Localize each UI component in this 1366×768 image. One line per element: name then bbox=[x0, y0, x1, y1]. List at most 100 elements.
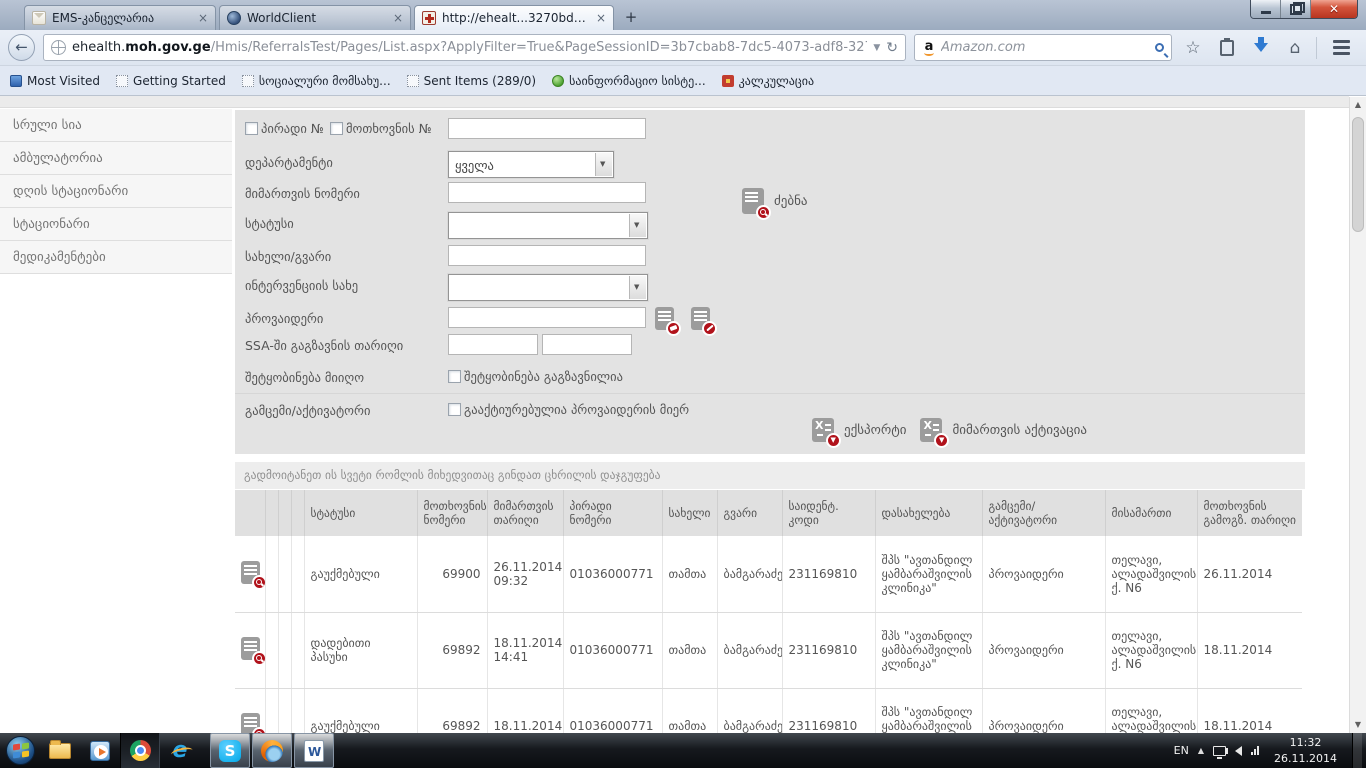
minimize-button[interactable] bbox=[1251, 0, 1281, 18]
number-input[interactable] bbox=[448, 118, 646, 139]
start-button[interactable] bbox=[6, 736, 35, 765]
address-bar[interactable]: ehealth.moh.gov.ge/Hmis/ReferralsTest/Pa… bbox=[43, 34, 906, 61]
url-text[interactable]: ehealth.moh.gov.ge/Hmis/ReferralsTest/Pa… bbox=[72, 40, 867, 55]
header-personal-no[interactable]: პირადი ნომერი bbox=[563, 490, 662, 536]
header-issuer[interactable]: გამცემი/აქტივატორი bbox=[982, 490, 1105, 536]
header-request-no[interactable]: მოთხოვნის ნომერი bbox=[417, 490, 487, 536]
tab-close-icon[interactable] bbox=[198, 11, 208, 25]
sidebar-item-full-list[interactable]: სრული სია bbox=[0, 109, 232, 142]
sidebar-item-hospital[interactable]: სტაციონარი bbox=[0, 208, 232, 241]
status-select[interactable] bbox=[448, 212, 648, 239]
sidebar-item-medications[interactable]: მედიკამენტები bbox=[0, 241, 232, 274]
clock[interactable]: 11:32 26.11.2014 bbox=[1268, 735, 1343, 766]
header-org-name[interactable]: დასახელება bbox=[875, 490, 982, 536]
volume-tray-icon[interactable] bbox=[1235, 746, 1242, 756]
header-first-name[interactable]: სახელი bbox=[662, 490, 717, 536]
reload-icon[interactable] bbox=[886, 40, 898, 56]
taskbar-internet-explorer[interactable] bbox=[160, 733, 200, 768]
provider-input[interactable] bbox=[448, 307, 646, 328]
intervention-select[interactable] bbox=[448, 274, 648, 301]
back-button[interactable] bbox=[8, 34, 35, 61]
ssa-date-from-input[interactable] bbox=[448, 334, 538, 355]
header-ident-code[interactable]: საიდენტ. კოდი bbox=[782, 490, 875, 536]
bookmark-social-service[interactable]: სოციალური მომსახუ... bbox=[242, 74, 391, 88]
taskbar-word[interactable] bbox=[294, 733, 334, 768]
provider-edit-button[interactable] bbox=[691, 307, 710, 330]
search-button[interactable]: ძებნა bbox=[742, 188, 808, 214]
bookmark-star-icon[interactable] bbox=[1180, 38, 1206, 58]
taskbar-firefox[interactable] bbox=[252, 733, 292, 768]
personal-no-check[interactable]: პირადი № bbox=[245, 121, 324, 136]
header-last-name[interactable]: გვარი bbox=[717, 490, 782, 536]
header-address[interactable]: მისამართი bbox=[1105, 490, 1197, 536]
menu-icon[interactable] bbox=[1333, 40, 1350, 55]
taskbar-chrome[interactable] bbox=[120, 733, 160, 768]
header-sent-date[interactable]: მოთხოვნის გამოგზ. თარიღი bbox=[1197, 490, 1302, 536]
filter-row-numbers: პირადი № მოთხოვნის № bbox=[235, 118, 1305, 146]
url-dropdown-icon[interactable] bbox=[873, 43, 880, 53]
export-button[interactable]: ექსპორტი bbox=[812, 418, 906, 442]
checkbox-icon[interactable] bbox=[330, 122, 343, 135]
bookmarks-menu-icon[interactable] bbox=[1220, 40, 1234, 56]
checkbox-icon[interactable] bbox=[245, 122, 258, 135]
chevron-down-icon[interactable] bbox=[595, 153, 612, 176]
tab-close-icon[interactable] bbox=[596, 11, 606, 25]
network-tray-icon[interactable] bbox=[1251, 746, 1259, 755]
bookmark-info-system[interactable]: საინფორმაციო სისტე... bbox=[552, 74, 706, 88]
referral-number-input[interactable] bbox=[448, 182, 646, 203]
scroll-down-icon[interactable] bbox=[1350, 717, 1366, 733]
hidden-icons-arrow-icon[interactable] bbox=[1198, 746, 1204, 755]
taskbar: EN 11:32 26.11.2014 bbox=[0, 733, 1366, 768]
sidebar-item-day-hospital[interactable]: დღის სტაციონარი bbox=[0, 175, 232, 208]
request-no-check[interactable]: მოთხოვნის № bbox=[330, 121, 432, 136]
provider-pick-button[interactable] bbox=[655, 307, 674, 330]
search-bar[interactable]: a bbox=[914, 34, 1172, 61]
taskbar-media-player[interactable] bbox=[80, 733, 120, 768]
bookmark-sent-items[interactable]: Sent Items (289/0) bbox=[407, 74, 536, 88]
tab-ehealth-active[interactable]: http://ehealt...3270bde92cc5 bbox=[414, 5, 614, 30]
tab-ems[interactable]: EMS-კანცელარია bbox=[24, 5, 216, 30]
vertical-scrollbar[interactable] bbox=[1349, 97, 1366, 733]
filter-panel: პირადი № მოთხოვნის № დეპარტამენტი ყველა … bbox=[235, 110, 1305, 454]
new-tab-button[interactable] bbox=[619, 8, 643, 28]
search-icon[interactable] bbox=[1155, 43, 1164, 52]
bookmark-calculation[interactable]: კალკულაცია bbox=[722, 74, 814, 88]
checkbox-icon[interactable] bbox=[448, 370, 461, 383]
sidebar-item-ambulatory[interactable]: ამბულატორია bbox=[0, 142, 232, 175]
toolbar-divider bbox=[1316, 37, 1317, 59]
chevron-down-icon[interactable] bbox=[629, 276, 646, 299]
downloads-icon[interactable] bbox=[1254, 43, 1268, 52]
amazon-engine-icon[interactable]: a bbox=[922, 40, 936, 56]
tab-close-icon[interactable] bbox=[393, 11, 403, 25]
checkbox-icon[interactable] bbox=[448, 403, 461, 416]
referral-activation-button[interactable]: მიმართვის აქტივაცია bbox=[920, 418, 1087, 442]
scroll-up-icon[interactable] bbox=[1350, 97, 1366, 113]
scrollbar-thumb[interactable] bbox=[1352, 117, 1364, 232]
search-input[interactable] bbox=[941, 40, 1150, 55]
tab-worldclient[interactable]: WorldClient bbox=[219, 5, 411, 30]
panel-actions: ექსპორტი მიმართვის აქტივაცია bbox=[812, 418, 1087, 442]
chevron-down-icon[interactable] bbox=[629, 214, 646, 237]
show-desktop-button[interactable] bbox=[1352, 733, 1362, 768]
header-referral-date[interactable]: მიმართვის თარიღი bbox=[487, 490, 563, 536]
referral-details-button[interactable] bbox=[241, 713, 260, 733]
department-select[interactable]: ყველა bbox=[448, 151, 614, 178]
restore-button[interactable] bbox=[1281, 0, 1311, 18]
bookmark-most-visited[interactable]: Most Visited bbox=[10, 74, 100, 88]
referral-details-button[interactable] bbox=[241, 561, 260, 584]
activated-by-provider-check[interactable]: გააქტიურებულია პროვაიდერის მიერ bbox=[448, 402, 689, 417]
header-status[interactable]: სტატუსი bbox=[304, 490, 417, 536]
bookmark-label: Most Visited bbox=[27, 74, 100, 88]
language-indicator[interactable]: EN bbox=[1174, 744, 1189, 757]
close-button[interactable] bbox=[1311, 0, 1357, 18]
ssa-date-to-input[interactable] bbox=[542, 334, 632, 355]
site-identity-icon[interactable] bbox=[51, 40, 66, 55]
notification-sent-check[interactable]: შეტყობინება გაგზავნილია bbox=[448, 369, 623, 384]
referral-details-button[interactable] bbox=[241, 637, 260, 660]
home-icon[interactable] bbox=[1282, 38, 1308, 58]
bookmark-getting-started[interactable]: Getting Started bbox=[116, 74, 226, 88]
taskbar-explorer[interactable] bbox=[40, 733, 80, 768]
name-input[interactable] bbox=[448, 245, 646, 266]
taskbar-skype[interactable] bbox=[210, 733, 250, 768]
cell-referral-date: 18.11.2014 14:41 bbox=[487, 612, 563, 688]
